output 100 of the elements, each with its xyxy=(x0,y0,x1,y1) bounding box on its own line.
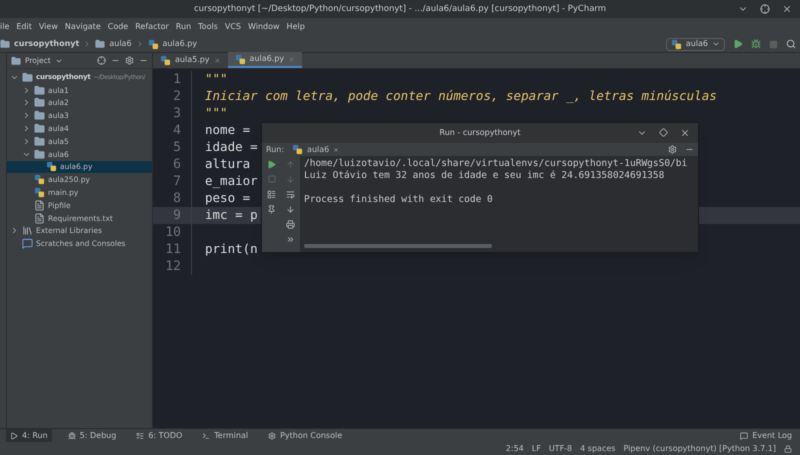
python-file-icon xyxy=(234,54,246,64)
settings-icon[interactable] xyxy=(668,145,677,154)
python-file-icon xyxy=(46,161,57,172)
window-title: cursopythonyt [~/Desktop/Python/cursopythonyt] - .../aula6/aula6.py [cursopythonyt] - PyCharm xyxy=(194,2,606,16)
line-number: 7 xyxy=(172,172,182,191)
run-label: Run: xyxy=(266,144,284,156)
python-file-icon xyxy=(670,38,682,50)
line-number: 5 xyxy=(172,138,182,157)
editor-tab[interactable]: aula6.py xyxy=(228,52,302,68)
status-item[interactable]: 2:54 xyxy=(506,442,524,454)
status-item[interactable]: UTF-8 xyxy=(548,442,572,454)
line-number: 3 xyxy=(172,104,182,123)
breadcrumb[interactable]: aula6.py xyxy=(162,38,198,50)
folder-icon xyxy=(11,56,21,66)
code-text: peso = xyxy=(205,189,250,208)
folder-icon xyxy=(34,84,45,96)
line-number: 11 xyxy=(164,240,182,259)
python-file-icon xyxy=(34,174,45,186)
code-text: print(n xyxy=(205,240,258,258)
search-icon[interactable] xyxy=(786,39,796,49)
python-file-icon xyxy=(160,54,171,66)
folder-icon xyxy=(22,72,33,83)
menu-item[interactable]: Edit xyxy=(16,21,32,33)
menu-item[interactable]: Code xyxy=(108,21,128,33)
breadcrumb[interactable]: aula6 xyxy=(109,38,132,50)
line-number: 6 xyxy=(172,156,182,174)
menu-item[interactable]: Navigate xyxy=(64,21,101,33)
python-file-icon xyxy=(292,144,304,155)
close-icon[interactable] xyxy=(333,146,340,152)
tool-window-tab[interactable]: Python Console xyxy=(264,429,346,442)
folder-icon xyxy=(34,110,45,122)
status-item[interactable]: LF xyxy=(532,442,541,454)
folder-icon xyxy=(34,123,45,134)
code-text: altura xyxy=(205,155,250,174)
code-text: nome = xyxy=(205,121,250,140)
run-tab[interactable]: aula6 xyxy=(292,144,340,156)
locate-icon[interactable] xyxy=(97,56,106,65)
docstring-text: Iniciar com letra, pode conter números, separar _, letras minúsculas xyxy=(205,87,717,106)
wrap-icon[interactable] xyxy=(286,190,295,199)
folder-icon xyxy=(34,97,45,108)
print-icon[interactable] xyxy=(286,220,295,229)
menu-item[interactable]: Refactor xyxy=(135,21,169,33)
tool-window-tab[interactable]: Terminal xyxy=(198,429,252,442)
menu-item[interactable]: Help xyxy=(286,21,305,33)
speech-bubble-icon xyxy=(740,432,748,440)
console-line: Luiz Otávio tem 32 anos de idade e seu imc é 24.691358024691358 xyxy=(304,170,666,182)
scroll-end-icon[interactable] xyxy=(286,205,295,214)
folder-icon xyxy=(34,148,45,160)
menu-item[interactable]: Tools xyxy=(198,21,218,33)
line-number: 4 xyxy=(172,122,182,140)
code-text: imc = p xyxy=(205,206,258,224)
file-icon xyxy=(34,212,45,224)
pin-icon[interactable] xyxy=(267,205,276,214)
settings-icon[interactable] xyxy=(125,56,134,65)
more-icon[interactable] xyxy=(286,235,295,244)
menu-item[interactable]: View xyxy=(38,21,58,33)
status-item[interactable]: Pipenv (cursopythonyt) [Python 3.7.1] xyxy=(623,442,776,454)
collapse-icon[interactable] xyxy=(22,124,31,134)
line-number: 8 xyxy=(172,190,182,208)
terminal-icon xyxy=(202,432,210,440)
python-file-icon xyxy=(148,38,159,50)
console-line: /home/luizotavio/.local/share/virtualenvs/cursopythonyt-1uRWgsS0/bi xyxy=(304,158,688,170)
run-icon[interactable] xyxy=(267,160,276,169)
collapse-icon[interactable] xyxy=(22,111,31,120)
caret-icon xyxy=(712,40,720,48)
menu-item[interactable]: ile xyxy=(0,21,10,33)
run-icon[interactable] xyxy=(733,39,743,49)
line-number: 1 xyxy=(172,70,182,89)
code-text: idade = xyxy=(205,138,258,156)
collapse-icon[interactable] xyxy=(22,86,31,95)
menu-item[interactable]: VCS xyxy=(224,21,241,33)
tool-window-tab[interactable]: 4: Run xyxy=(6,429,52,442)
debug-icon xyxy=(68,432,76,440)
layout-icon[interactable] xyxy=(267,190,276,199)
debug-icon[interactable] xyxy=(751,39,761,49)
line-number: 2 xyxy=(172,88,182,106)
collapse-icon[interactable] xyxy=(10,226,19,236)
tool-window-tab[interactable]: 5: Debug xyxy=(64,429,120,442)
line-number: 9 xyxy=(172,206,182,225)
tool-window-tab[interactable]: 6: TODO xyxy=(132,429,186,442)
editor-tab[interactable]: aula5.py xyxy=(153,52,228,68)
menu-item[interactable]: Run xyxy=(176,21,192,33)
close-icon[interactable] xyxy=(680,128,690,138)
folder-icon xyxy=(34,136,45,147)
run-config-dropdown[interactable]: aula6 xyxy=(666,38,725,50)
collapse-icon[interactable] xyxy=(22,136,31,146)
line-number: 10 xyxy=(164,224,182,242)
close-icon[interactable] xyxy=(782,4,792,14)
todo-icon xyxy=(136,432,144,440)
file-icon xyxy=(34,200,45,211)
menu-item[interactable]: Window xyxy=(248,21,280,33)
run-window-title: Run - cursopythonyt xyxy=(440,127,520,139)
python-file-icon xyxy=(34,187,45,198)
status-item[interactable]: 4 spaces xyxy=(580,442,616,454)
scrollbar[interactable] xyxy=(304,244,492,248)
breadcrumb[interactable]: cursopythonyt xyxy=(14,38,80,50)
lock-icon[interactable] xyxy=(784,444,792,452)
event-log[interactable]: Event Log xyxy=(740,430,792,442)
code-text: e_maior xyxy=(205,172,258,190)
collapse-icon[interactable] xyxy=(22,98,31,108)
